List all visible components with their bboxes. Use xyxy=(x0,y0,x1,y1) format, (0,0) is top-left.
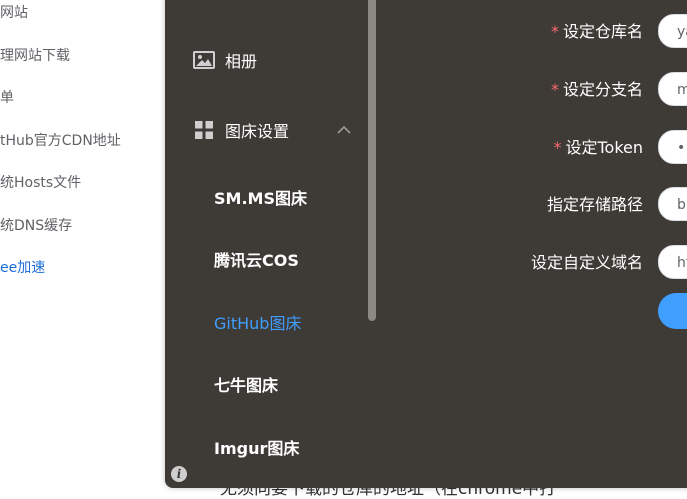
form-row-path: 指定存储路径 b xyxy=(375,187,687,223)
required-asterisk: * xyxy=(550,22,559,41)
branch-input[interactable]: m xyxy=(658,72,687,106)
chevron-up-icon[interactable] xyxy=(337,120,351,139)
form-row-token: *设定Token •• xyxy=(375,130,687,166)
bg-list-item[interactable]: 单 xyxy=(0,87,14,107)
sidebar: 相册 图床设置 SM.MS图床 腾讯云COS GitHub图床 七牛图床 Img… xyxy=(165,0,370,488)
required-asterisk: * xyxy=(553,138,562,157)
sidebar-item-album[interactable]: 相册 xyxy=(193,48,257,72)
sidebar-item-label: 图床设置 xyxy=(225,122,290,141)
bg-list-item[interactable]: 理网站下载 xyxy=(0,45,70,65)
bg-list-item-link[interactable]: ee加速 xyxy=(0,257,45,277)
form-row-repo: *设定仓库名 ya xyxy=(375,14,687,50)
form-row-branch: *设定分支名 m xyxy=(375,72,687,108)
submenu-item-tencent-cos[interactable]: 腾讯云COS xyxy=(214,247,299,271)
form-row-custom-domain: 设定自定义域名 ht xyxy=(375,245,687,281)
confirm-button[interactable] xyxy=(658,293,687,329)
grid-icon xyxy=(193,119,215,141)
custom-domain-input[interactable]: ht xyxy=(658,245,687,279)
token-input[interactable]: •• xyxy=(658,130,687,164)
required-asterisk: * xyxy=(550,80,559,99)
bg-list-item[interactable]: 统DNS缓存 xyxy=(0,215,72,235)
token-label: * 设定Token xyxy=(553,138,643,157)
info-icon[interactable]: i xyxy=(171,466,187,482)
submenu-item-imgur[interactable]: Imgur图床 xyxy=(214,435,299,459)
bg-list-item[interactable]: 统Hosts文件 xyxy=(0,172,81,192)
sidebar-item-image-host-settings[interactable]: 图床设置 xyxy=(193,118,289,142)
image-icon xyxy=(193,49,215,71)
bg-list-item[interactable]: 网站 xyxy=(0,2,28,22)
submenu-item-smms[interactable]: SM.MS图床 xyxy=(214,185,307,209)
custom-domain-label: 设定自定义域名 xyxy=(530,253,643,272)
repo-input[interactable]: ya xyxy=(658,14,687,48)
submenu-item-github[interactable]: GitHub图床 xyxy=(214,310,301,334)
repo-label: * 设定仓库名 xyxy=(550,22,643,41)
sidebar-item-label: 相册 xyxy=(225,52,258,71)
submenu-item-qiniu[interactable]: 七牛图床 xyxy=(214,372,278,396)
bg-list-item[interactable]: tHub官方CDN地址 xyxy=(0,130,121,150)
picgo-settings-window: 相册 图床设置 SM.MS图床 腾讯云COS GitHub图床 七牛图床 Img… xyxy=(165,0,687,488)
path-input[interactable]: b xyxy=(658,187,687,221)
branch-label: * 设定分支名 xyxy=(550,80,643,99)
path-label: 指定存储路径 xyxy=(546,195,643,214)
